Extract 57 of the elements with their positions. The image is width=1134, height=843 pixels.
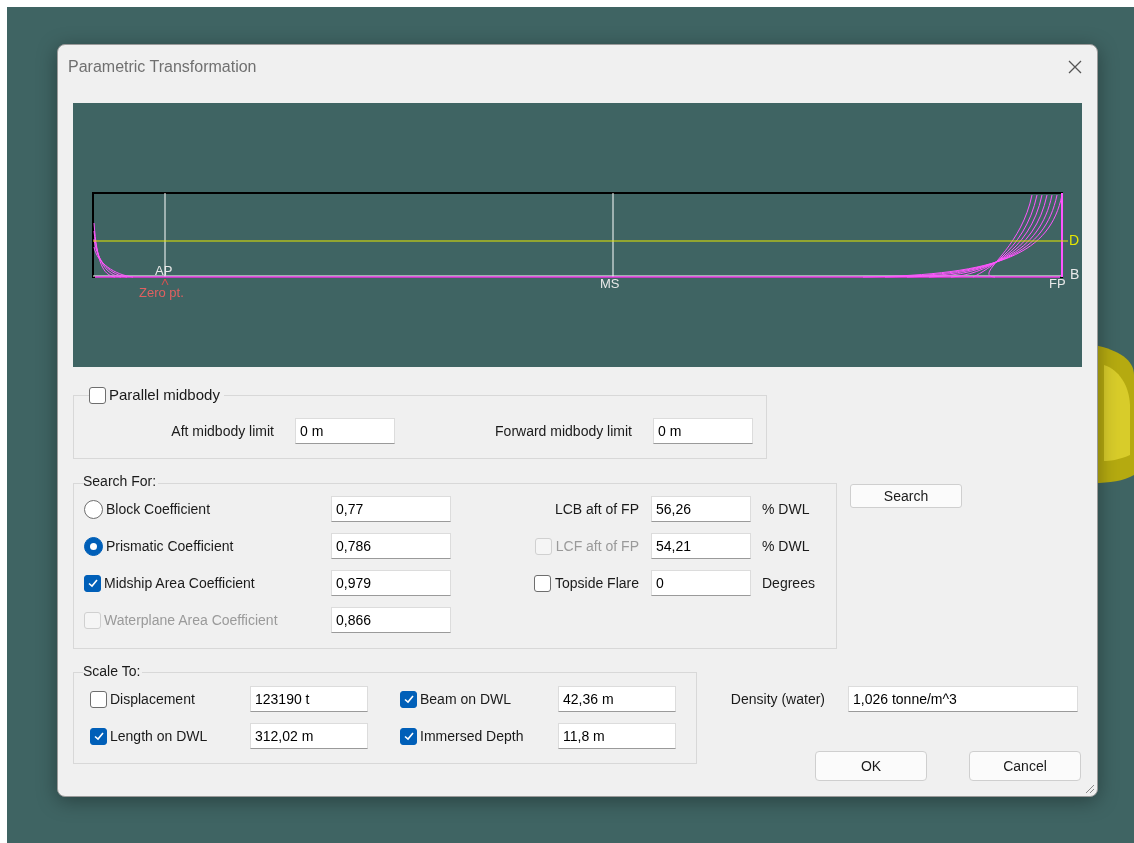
input-field[interactable]: 0,786 — [331, 533, 451, 559]
field-label: Aft midbody limit — [170, 421, 274, 441]
input-field[interactable]: 312,02 m — [250, 723, 368, 749]
input-field[interactable]: 0 m — [295, 418, 395, 444]
option-label: Midship Area Coefficient — [104, 573, 255, 593]
input-field[interactable]: 0 m — [653, 418, 753, 444]
option-label: Topside Flare — [554, 573, 639, 593]
option-label: Block Coefficient — [106, 499, 210, 519]
checkbox[interactable] — [400, 727, 417, 745]
unit-label: % DWL — [762, 499, 810, 519]
dialog-button[interactable]: Cancel — [969, 751, 1081, 781]
input-field[interactable]: 11,8 m — [558, 723, 676, 749]
close-icon[interactable] — [1067, 58, 1083, 75]
waterline-label: D — [1069, 233, 1080, 247]
search-button[interactable]: Search — [850, 484, 962, 508]
check-icon — [92, 730, 105, 742]
checkbox[interactable] — [89, 386, 106, 404]
option-label: Length on DWL — [110, 726, 208, 746]
option-label: LCB aft of FP — [554, 499, 639, 519]
window-title: Parametric Transformation — [68, 56, 257, 77]
input-field[interactable]: 0,979 — [331, 570, 451, 596]
field-label: Density (water) — [729, 689, 825, 709]
field-label: Forward midbody limit — [494, 421, 632, 441]
option-label: LCF aft of FP — [555, 536, 639, 556]
checkbox[interactable] — [90, 727, 107, 745]
zero-point-marker — [161, 278, 169, 286]
group-title: Search For: — [83, 474, 159, 488]
option-label: Waterplane Area Coefficient — [104, 610, 278, 630]
checkbox[interactable] — [90, 690, 107, 708]
resize-grip-icon[interactable] — [1083, 782, 1095, 794]
input-field[interactable]: 123190 t — [250, 686, 368, 712]
checkbox[interactable] — [533, 574, 551, 592]
checkbox-label: Parallel midbody — [109, 385, 220, 405]
input-field[interactable]: 42,36 m — [558, 686, 676, 712]
check-icon — [86, 577, 99, 589]
input-field[interactable]: 0 — [651, 570, 751, 596]
station-label: FP — [1049, 277, 1066, 290]
option-label: Immersed Depth — [420, 726, 524, 746]
input-field[interactable]: 1,026 tonne/m^3 — [848, 686, 1078, 712]
dialog-button[interactable]: OK — [815, 751, 927, 781]
input-field[interactable]: 56,26 — [651, 496, 751, 522]
unit-label: Degrees — [762, 573, 815, 593]
baseline-label: B — [1070, 267, 1080, 281]
station-label: MS — [600, 277, 620, 290]
option-label: Beam on DWL — [420, 689, 512, 709]
unit-label: % DWL — [762, 536, 810, 556]
checkbox[interactable] — [84, 574, 101, 592]
radio-button[interactable] — [84, 536, 103, 556]
zero-point-label: Zero pt. — [139, 286, 184, 299]
check-icon — [402, 730, 415, 742]
checkbox[interactable] — [400, 690, 417, 708]
option-label: Prismatic Coefficient — [106, 536, 234, 556]
radio-button[interactable] — [84, 499, 103, 519]
check-icon — [402, 693, 415, 705]
option-label: Displacement — [110, 689, 195, 709]
group-title: Scale To: — [83, 664, 143, 678]
input-field[interactable]: 0,77 — [331, 496, 451, 522]
